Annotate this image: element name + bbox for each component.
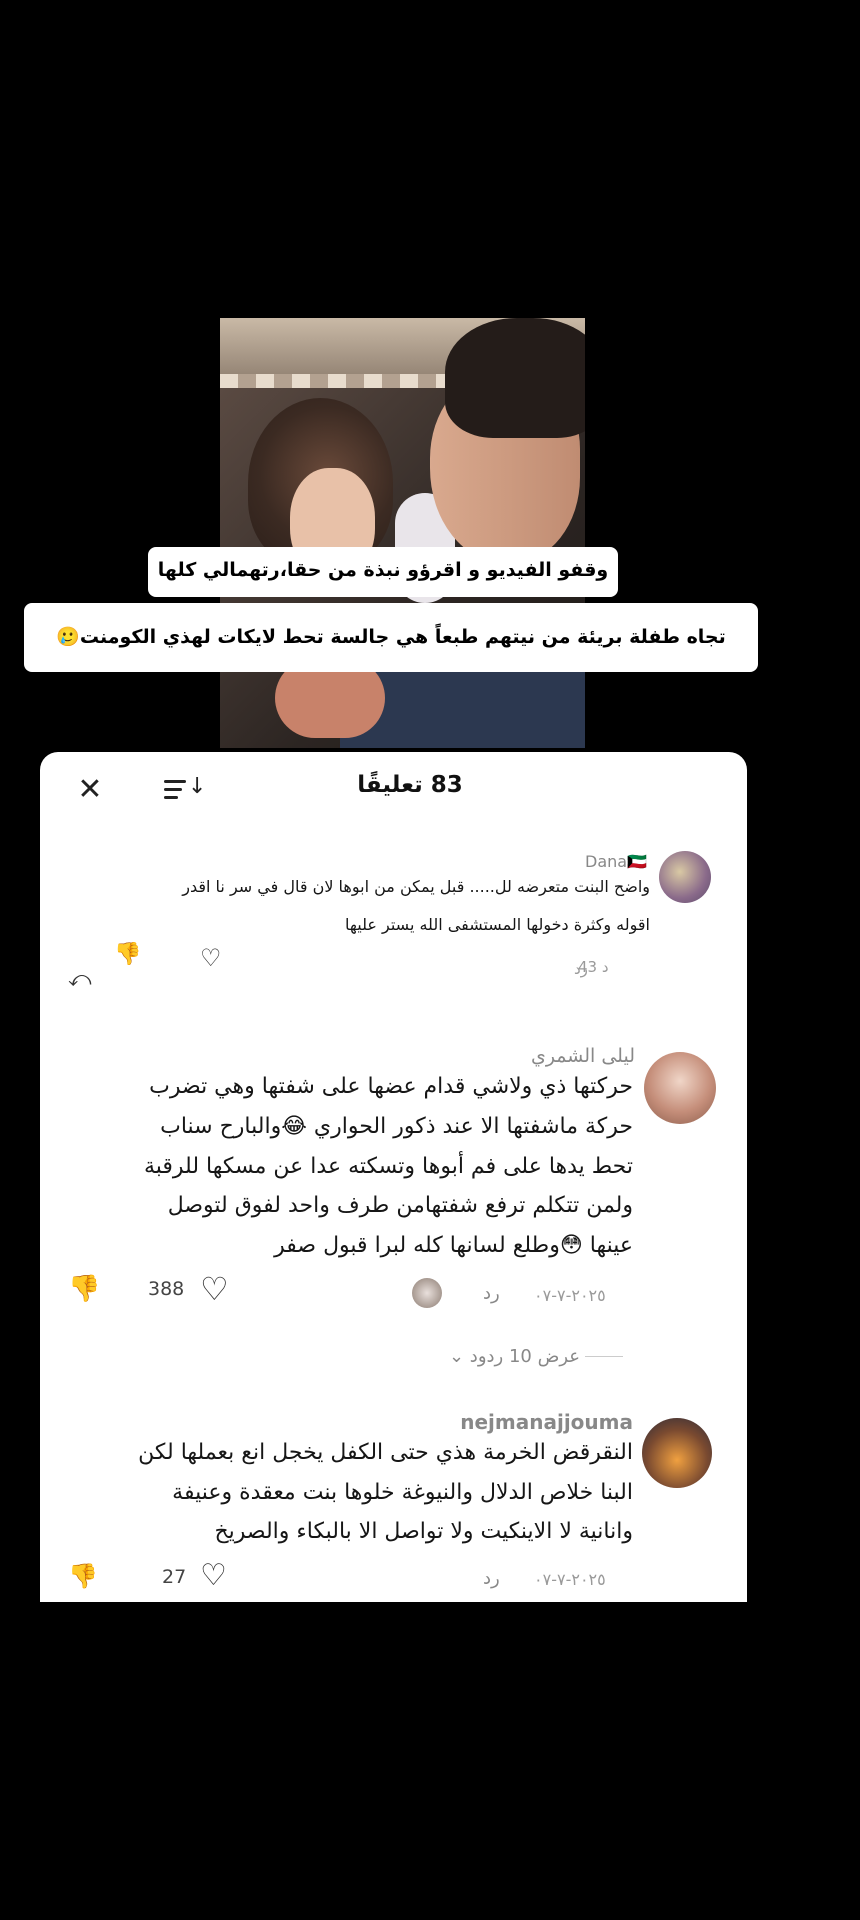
- comment-text: واضح البنت متعرضه لل..... قبل يمكن من اب…: [182, 877, 650, 896]
- reply-icon[interactable]: ⤺: [68, 967, 92, 992]
- comment-line: حركتها ذي ولاشي قدام عضها على شفتها وهي …: [149, 1074, 633, 1099]
- comment-author[interactable]: Dana🇰🇼: [585, 852, 647, 871]
- reply-button[interactable]: رد: [483, 1283, 500, 1304]
- dislike-icon[interactable]: 👎: [114, 942, 141, 967]
- avatar[interactable]: [642, 1418, 712, 1488]
- comment-text: اقوله وكثرة دخولها المستشفى الله يستر عل…: [345, 915, 650, 934]
- heart-icon[interactable]: ♡: [200, 1270, 229, 1308]
- comment-count-title: 83 تعليقًا: [357, 772, 463, 798]
- comment-line: النقرقض الخرمة هذي حتى الكفل يخجل انع بع…: [138, 1440, 633, 1465]
- comment-date: ٢٠٢٥-٧-٠٧: [534, 1286, 606, 1305]
- heart-icon[interactable]: ♡: [200, 1558, 227, 1593]
- panel-header: ✕ ↓ 83 تعليقًا: [40, 752, 747, 828]
- dislike-icon[interactable]: 👎: [68, 1562, 98, 1590]
- like-count: 27: [162, 1566, 187, 1588]
- comments-panel: ✕ ↓ 83 تعليقًا Dana🇰🇼 واضح البنت متعرضه …: [40, 752, 747, 1602]
- avatar[interactable]: [644, 1052, 716, 1124]
- view-replies-button[interactable]: عرض 10 ردود ⌄: [410, 1346, 580, 1367]
- caption-line-2: تجاه طفلة بريئة من نيتهم طبعاً هي جالسة …: [24, 603, 758, 672]
- close-icon[interactable]: ✕: [74, 774, 106, 806]
- avatar[interactable]: [659, 851, 711, 903]
- video-frame[interactable]: [220, 318, 585, 748]
- divider: [585, 1356, 623, 1357]
- comment-author[interactable]: ليلى الشمري: [531, 1045, 635, 1067]
- like-count: 388: [148, 1278, 185, 1300]
- sort-icon[interactable]: ↓: [160, 772, 206, 806]
- comment-date: ٢٠٢٥-٧-٠٧: [534, 1570, 606, 1589]
- comment-line: عينها 😳وطلع لسانها كله لبرا قبول صفر: [274, 1233, 633, 1258]
- comment-line: البنا خلاص الدلال والنيوغة خلوها بنت معق…: [172, 1480, 633, 1505]
- man-hair: [445, 318, 585, 438]
- creator-liked-avatar: [412, 1278, 442, 1308]
- caption-line-1: وقفو الفيديو و اقرؤو نبذة من حقا،رتهمالي…: [148, 547, 618, 597]
- comment-author[interactable]: nejmanajjouma: [460, 1410, 633, 1434]
- comment-line: تحط يدها على فم أبوها وتسكته عدا عن مسكه…: [143, 1154, 633, 1179]
- dislike-icon[interactable]: 👎: [68, 1274, 100, 1304]
- reply-button[interactable]: رد: [483, 1568, 500, 1589]
- reply-button[interactable]: رد: [574, 960, 588, 978]
- comment-line: ولمن تتكلم ترفع شفتهامن طرف واحد لفوق لت…: [167, 1193, 633, 1218]
- heart-icon[interactable]: ♡: [200, 944, 222, 972]
- view-replies-label: عرض 10 ردود: [469, 1346, 580, 1367]
- comment-line: حركة ماشفتها الا عند ذكور الحواري 😂والبا…: [160, 1114, 633, 1139]
- comment-line: وانانية لا الاينكيت ولا تواصل الا بالبكا…: [214, 1519, 633, 1544]
